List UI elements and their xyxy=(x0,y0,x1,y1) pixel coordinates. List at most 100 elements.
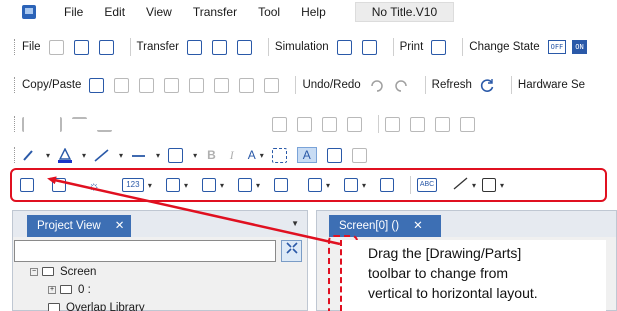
line-color-icon[interactable] xyxy=(22,148,36,163)
numeric-display-dropdown[interactable]: ▾ xyxy=(148,181,152,190)
toolbar-grip[interactable] xyxy=(14,39,16,55)
entry-icon[interactable] xyxy=(380,178,395,192)
message-display-icon[interactable] xyxy=(307,178,322,192)
rectangle-style-dropdown[interactable]: ▾ xyxy=(193,151,197,160)
text-sample-icon[interactable] xyxy=(326,147,342,163)
align-left-icon[interactable] xyxy=(22,116,37,132)
menu-edit[interactable]: Edit xyxy=(104,5,125,19)
group-icon[interactable] xyxy=(272,116,287,132)
undo-icon[interactable] xyxy=(369,78,384,93)
expand-icon[interactable]: + xyxy=(48,285,56,294)
table-data-dropdown[interactable]: ▾ xyxy=(362,181,366,190)
text-highlight-button[interactable]: A xyxy=(296,147,317,163)
send-back-icon[interactable] xyxy=(410,116,425,132)
bring-front-icon[interactable] xyxy=(385,116,400,132)
grid-icon[interactable] xyxy=(322,116,337,132)
line-style-dropdown[interactable]: ▾ xyxy=(119,151,123,160)
line-style-icon[interactable] xyxy=(94,148,109,163)
alarm-dropdown[interactable]: ▾ xyxy=(256,181,260,190)
tree-item-screen[interactable]: − Screen xyxy=(30,266,96,278)
trend-graph-icon[interactable] xyxy=(201,178,216,192)
line-color-dropdown[interactable]: ▾ xyxy=(46,151,50,160)
bar-graph-dropdown[interactable]: ▾ xyxy=(184,181,188,190)
search-input[interactable] xyxy=(14,240,276,262)
pattern-icon[interactable] xyxy=(347,116,362,132)
toolbar-grip[interactable] xyxy=(14,77,16,93)
font-color-button[interactable]: A xyxy=(248,148,256,162)
rectangle-draw-dropdown[interactable]: ▾ xyxy=(500,181,504,190)
data-sheet-icon[interactable] xyxy=(273,178,288,192)
distribute-h-icon[interactable] xyxy=(172,117,187,132)
bar-graph-icon[interactable] xyxy=(165,178,180,192)
close-icon[interactable]: ✕ xyxy=(413,220,423,232)
align-top-icon[interactable] xyxy=(72,116,87,132)
state-off-button[interactable]: OFF xyxy=(547,40,567,54)
line-width-icon[interactable] xyxy=(131,148,146,163)
sun-icon[interactable]: ☼ xyxy=(88,178,100,193)
menu-view[interactable]: View xyxy=(146,5,172,19)
printer-icon[interactable] xyxy=(431,39,447,55)
close-icon[interactable]: ✕ xyxy=(115,220,125,232)
toolbar-grip[interactable] xyxy=(14,116,16,132)
select-area-icon[interactable] xyxy=(239,77,255,93)
numeric-display-icon[interactable]: 123 xyxy=(121,178,144,192)
ungroup-icon[interactable] xyxy=(297,116,312,132)
search-button[interactable] xyxy=(281,240,302,262)
collapse-icon[interactable]: − xyxy=(30,267,38,276)
delete-icon[interactable] xyxy=(264,77,280,93)
grid-copy-icon[interactable] xyxy=(139,77,155,93)
tree-item-overlap-library[interactable]: Overlap Library xyxy=(48,302,145,311)
redo-icon[interactable] xyxy=(394,78,409,93)
refresh-icon[interactable] xyxy=(480,78,495,93)
state-on-button[interactable]: ON xyxy=(572,40,587,54)
copy-icon[interactable] xyxy=(114,77,130,93)
menu-transfer[interactable]: Transfer xyxy=(193,5,237,19)
menu-tool[interactable]: Tool xyxy=(258,5,280,19)
transfer-device-icon[interactable] xyxy=(236,39,252,55)
align-right-icon[interactable] xyxy=(47,116,62,132)
same-width-icon[interactable] xyxy=(222,117,237,132)
save-icon[interactable] xyxy=(98,39,114,55)
message-display-dropdown[interactable]: ▾ xyxy=(326,181,330,190)
download-icon[interactable] xyxy=(211,39,227,55)
rectangle-draw-icon[interactable] xyxy=(482,178,497,192)
tree-item-screen-0[interactable]: +0 : xyxy=(48,284,91,296)
line-width-dropdown[interactable]: ▾ xyxy=(156,151,160,160)
paste-special-icon[interactable] xyxy=(214,77,230,93)
lock-icon[interactable] xyxy=(435,116,450,132)
simulation-screen-icon[interactable] xyxy=(361,39,377,55)
align-center-v-icon[interactable] xyxy=(147,117,162,132)
fill-color-dropdown[interactable]: ▾ xyxy=(82,151,86,160)
rectangle-style-icon[interactable] xyxy=(168,147,184,163)
upload-icon[interactable] xyxy=(186,39,202,55)
switch-part-icon[interactable] xyxy=(20,178,34,192)
character-display-icon[interactable]: ABC xyxy=(417,178,438,192)
clipboard-icon[interactable] xyxy=(189,77,205,93)
toolbar-grip[interactable] xyxy=(14,147,16,163)
menu-help[interactable]: Help xyxy=(301,5,326,19)
lamp-icon[interactable] xyxy=(52,178,66,192)
align-bottom-icon[interactable] xyxy=(97,117,112,132)
trend-graph-dropdown[interactable]: ▾ xyxy=(220,181,224,190)
line-draw-dropdown[interactable]: ▾ xyxy=(472,181,476,190)
same-height-icon[interactable] xyxy=(247,117,262,132)
italic-button[interactable]: I xyxy=(230,148,234,163)
chevron-down-icon[interactable]: ▼ xyxy=(291,219,299,228)
resize-icon[interactable] xyxy=(460,116,475,132)
text-frame-icon[interactable] xyxy=(271,147,287,163)
document-title-tab[interactable]: No Title.V10 xyxy=(354,2,455,22)
bold-button[interactable]: B xyxy=(207,148,216,162)
paste-icon[interactable] xyxy=(89,77,105,93)
menu-file[interactable]: File xyxy=(64,5,83,19)
cut-icon[interactable] xyxy=(164,77,180,93)
align-center-h-icon[interactable] xyxy=(122,117,137,132)
font-color-dropdown[interactable]: ▾ xyxy=(260,151,264,160)
japanese-text-icon[interactable] xyxy=(351,147,367,163)
open-file-icon[interactable] xyxy=(73,39,89,55)
alarm-icon[interactable] xyxy=(237,178,252,192)
distribute-v-icon[interactable] xyxy=(197,117,212,132)
fill-color-icon[interactable] xyxy=(58,146,73,163)
tab-project-view[interactable]: Project View ✕ xyxy=(27,215,131,237)
simulation-start-icon[interactable] xyxy=(336,39,352,55)
tab-screen-0[interactable]: Screen[0] () ✕ xyxy=(329,215,441,237)
